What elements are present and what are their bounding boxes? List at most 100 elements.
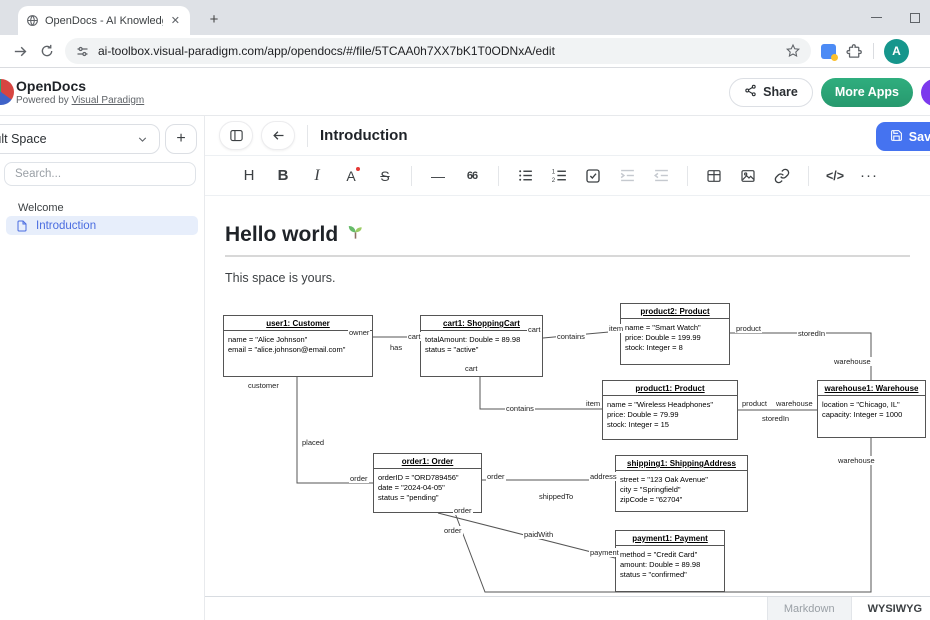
- uml-edge-label: customer: [247, 381, 280, 390]
- heading-button[interactable]: H: [233, 162, 265, 190]
- uml-object-title: order1: Order: [374, 454, 481, 469]
- add-space-button[interactable]: +: [165, 124, 197, 154]
- uml-edge-label: warehouse: [837, 456, 876, 465]
- mode-tab-wysiwyg[interactable]: WYSIWYG: [851, 597, 930, 620]
- forward-icon[interactable]: [12, 43, 29, 60]
- indent-button[interactable]: [611, 162, 643, 190]
- uml-diagram[interactable]: user1: Customername = "Alice Johnson"ema…: [205, 196, 930, 596]
- edge-placed: [297, 377, 373, 483]
- bullet-list-button[interactable]: [509, 162, 541, 190]
- extension-icon[interactable]: [821, 44, 836, 59]
- browser-profile-avatar[interactable]: A: [884, 39, 909, 64]
- window-maximize-icon[interactable]: [910, 13, 920, 23]
- svg-text:1: 1: [551, 169, 555, 175]
- sidebar-section-label: Welcome: [18, 202, 64, 214]
- powered-by: Powered by Visual Paradigm: [16, 95, 144, 106]
- table-button[interactable]: [698, 162, 730, 190]
- favicon-globe-icon: [26, 14, 39, 27]
- doc-title: Introduction: [320, 127, 407, 144]
- share-button[interactable]: Share: [729, 78, 813, 107]
- url-text[interactable]: ai-toolbox.visual-paradigm.com/app/opend…: [98, 44, 777, 58]
- ordered-list-button[interactable]: 12: [543, 162, 575, 190]
- uml-object-attributes: street = "123 Oak Avenue"city = "Springf…: [616, 471, 747, 509]
- uml-object-attributes: orderID = "ORD789456"date = "2024-04-05"…: [374, 469, 481, 507]
- toolbar-divider: [687, 166, 688, 186]
- editor-status-bar: MarkdownWYSIWYG: [205, 596, 930, 620]
- browser-tab-bar: OpenDocs - AI Knowledge Base ✕ +: [0, 0, 930, 35]
- uml-edge-label: contains: [556, 332, 586, 341]
- link-button[interactable]: [766, 162, 798, 190]
- task-list-button[interactable]: [577, 162, 609, 190]
- doc-header: Introduction Save: [205, 116, 930, 156]
- uml-edge-label: item: [608, 324, 624, 333]
- toolbar-divider: [873, 43, 874, 59]
- svg-text:2: 2: [551, 178, 555, 184]
- italic-button[interactable]: I: [301, 162, 333, 190]
- mode-tab-markdown[interactable]: Markdown: [767, 597, 851, 620]
- uml-object-attributes: method = "Credit Card"amount: Double = 8…: [616, 546, 724, 584]
- outdent-button[interactable]: [645, 162, 677, 190]
- uml-edge-label: product: [741, 399, 768, 408]
- sidebar-item-introduction[interactable]: Introduction: [6, 216, 198, 235]
- visual-paradigm-link[interactable]: Visual Paradigm: [72, 95, 145, 106]
- uml-object-attributes: name = "Wireless Headphones"price: Doubl…: [603, 396, 737, 434]
- window-minimize-icon[interactable]: [871, 17, 882, 18]
- uml-object-product1: product1: Productname = "Wireless Headph…: [602, 380, 738, 440]
- uml-object-shipping1: shipping1: ShippingAddressstreet = "123 …: [615, 455, 748, 512]
- new-tab-button[interactable]: +: [202, 9, 226, 33]
- code-button[interactable]: </>: [819, 162, 851, 190]
- image-button[interactable]: [732, 162, 764, 190]
- blockquote-button[interactable]: 66: [456, 162, 488, 190]
- save-icon: [890, 129, 903, 145]
- uml-edge-label: owner: [348, 328, 370, 337]
- uml-object-title: cart1: ShoppingCart: [421, 316, 542, 331]
- save-button[interactable]: Save: [876, 122, 930, 151]
- uml-edge-label: cart: [464, 364, 479, 373]
- user-avatar[interactable]: [921, 79, 930, 106]
- uml-edge-label: cart: [527, 325, 542, 334]
- uml-edge-label: has: [389, 343, 403, 352]
- tab-title: OpenDocs - AI Knowledge Base: [45, 15, 163, 27]
- back-button[interactable]: [261, 121, 295, 150]
- uml-edge-label: storedIn: [797, 329, 826, 338]
- uml-object-cart1: cart1: ShoppingCarttotalAmount: Double =…: [420, 315, 543, 377]
- tab-close-icon[interactable]: ✕: [169, 14, 182, 27]
- uml-edge-label: order: [453, 506, 473, 515]
- toggle-sidebar-button[interactable]: [219, 121, 253, 150]
- search-input[interactable]: [4, 162, 196, 186]
- uml-edge-label: paidWith: [523, 530, 554, 539]
- uml-object-attributes: name = "Smart Watch"price: Double = 199.…: [621, 319, 729, 357]
- uml-edge-label: order: [349, 474, 369, 483]
- browser-tab[interactable]: OpenDocs - AI Knowledge Base ✕: [18, 6, 190, 35]
- space-selector[interactable]: Default Space: [0, 124, 160, 154]
- share-icon: [744, 84, 757, 100]
- uml-edge-label: placed: [301, 438, 325, 447]
- toolbar-divider: [498, 166, 499, 186]
- more-button[interactable]: ···: [853, 162, 885, 190]
- editor-toolbar: HBIAS—6612</>···: [205, 156, 930, 196]
- bookmark-star-icon[interactable]: [785, 43, 801, 59]
- hr-button[interactable]: —: [422, 162, 454, 190]
- font-color-button[interactable]: A: [335, 162, 367, 190]
- uml-object-title: product2: Product: [621, 304, 729, 319]
- uml-edge-label: warehouse: [833, 357, 872, 366]
- uml-object-attributes: location = "Chicago, IL"capacity: Intege…: [818, 396, 925, 424]
- bold-button[interactable]: B: [267, 162, 299, 190]
- uml-edge-label: cart: [407, 332, 422, 341]
- doc-content[interactable]: Hello world This space is yours. user1: …: [205, 196, 930, 596]
- uml-object-payment1: payment1: Paymentmethod = "Credit Card"a…: [615, 530, 725, 592]
- address-bar[interactable]: ai-toolbox.visual-paradigm.com/app/opend…: [65, 38, 811, 64]
- site-settings-icon[interactable]: [75, 44, 90, 59]
- uml-edge-label: order: [486, 472, 506, 481]
- uml-object-user1: user1: Customername = "Alice Johnson"ema…: [223, 315, 373, 377]
- uml-object-title: shipping1: ShippingAddress: [616, 456, 747, 471]
- strikethrough-button[interactable]: S: [369, 162, 401, 190]
- uml-object-title: payment1: Payment: [616, 531, 724, 546]
- app-header: OpenDocs Powered by Visual Paradigm Shar…: [0, 68, 930, 116]
- uml-edge-label: shippedTo: [538, 492, 574, 501]
- extensions-puzzle-icon[interactable]: [846, 43, 863, 60]
- uml-object-attributes: totalAmount: Double = 89.98status = "act…: [421, 331, 542, 359]
- browser-toolbar: ai-toolbox.visual-paradigm.com/app/opend…: [0, 35, 930, 68]
- more-apps-button[interactable]: More Apps: [821, 78, 913, 107]
- refresh-icon[interactable]: [39, 43, 55, 59]
